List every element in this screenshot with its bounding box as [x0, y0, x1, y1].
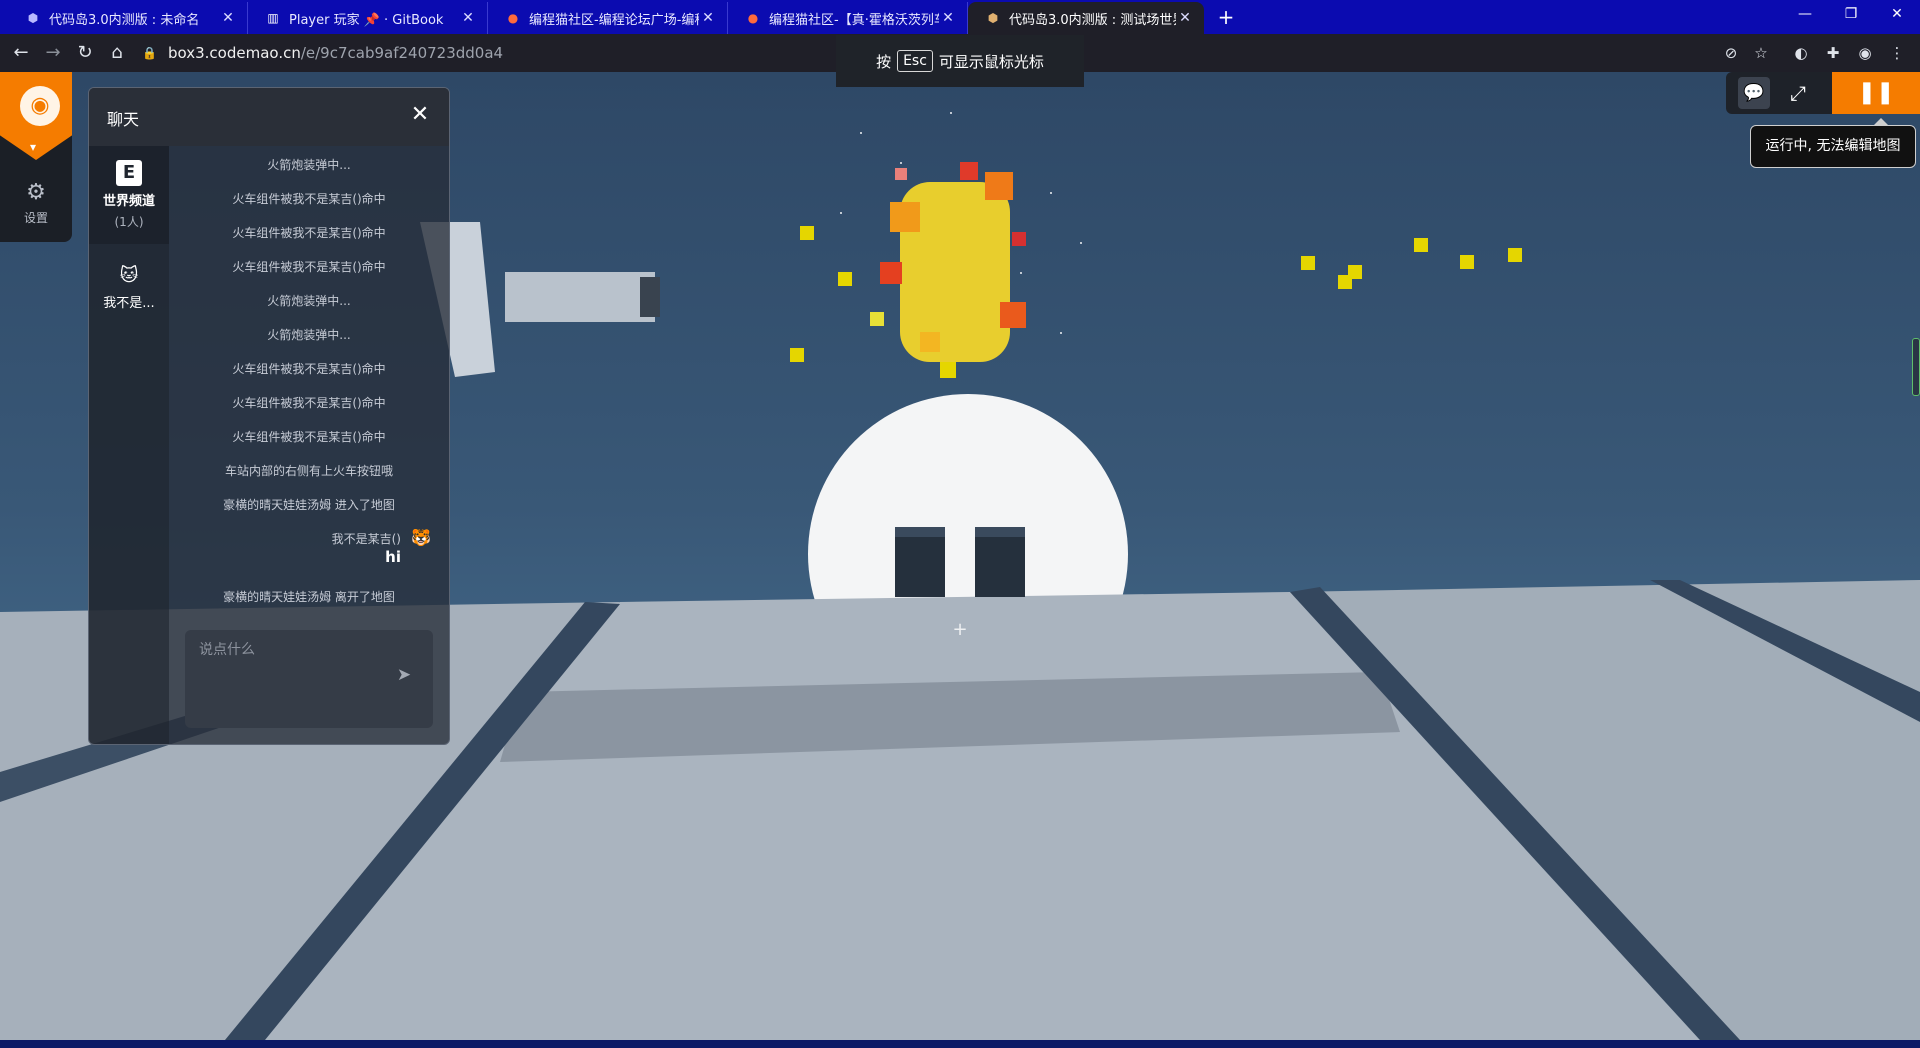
settings-label: 设置: [23, 211, 48, 225]
chat-message: 火车组件被我不是某吉()命中: [232, 396, 386, 410]
browser-tab-4[interactable]: ● 编程猫社区-【真·霍格沃茨列车】 ✕: [728, 2, 968, 34]
chat-message: 火车组件被我不是某吉()命中: [232, 260, 386, 274]
message-text: hi: [385, 548, 401, 566]
os-taskbar: [0, 1040, 1920, 1048]
tab-close-icon[interactable]: ✕: [459, 10, 477, 26]
tab-title: 代码岛3.0内测版 : 未命名: [49, 12, 200, 28]
home-icon[interactable]: ⌂: [104, 40, 130, 66]
reload-icon[interactable]: ↻: [72, 40, 98, 66]
left-dock: ◉ ▾ ⚙ 设置: [0, 72, 72, 242]
chat-message: 火箭炮装弹中...: [267, 158, 351, 172]
tab-close-icon[interactable]: ✕: [939, 10, 957, 26]
extension-icon[interactable]: ◐: [1790, 42, 1812, 64]
side-indicator: [1912, 338, 1920, 396]
chat-message: 豪横的晴天娃娃汤姆 进入了地图: [223, 498, 395, 512]
restore-button[interactable]: ❐: [1828, 0, 1874, 30]
codemao-community-favicon-icon: ●: [507, 11, 519, 25]
codemao-favicon-icon: ⬢: [27, 11, 39, 25]
window-close-button[interactable]: ✕: [1874, 0, 1920, 30]
gear-icon: ⚙: [26, 180, 46, 205]
chat-toggle-icon[interactable]: 💬: [1738, 77, 1770, 109]
tab-title: 代码岛3.0内测版 : 测试场世界: [1009, 12, 1176, 28]
url-text: box3.codemao.cn/e/9c7cab9af240723dd0a4: [168, 44, 503, 62]
esc-hint: 按 Esc 可显示鼠标光标: [836, 35, 1084, 87]
esc-key: Esc: [897, 50, 933, 72]
chat-panel: 聊天 ✕ E 世界频道 (1人) 🐱 我不是... 火箭炮装弹中... 火车组件…: [88, 87, 450, 745]
close-icon[interactable]: ✕: [407, 102, 433, 127]
send-icon[interactable]: ➤: [393, 664, 415, 686]
chat-title: 聊天: [107, 110, 140, 129]
back-icon[interactable]: ←: [8, 40, 34, 66]
tab-close-icon[interactable]: ✕: [1176, 10, 1194, 26]
codemao-logo-icon[interactable]: ◉: [20, 86, 60, 126]
rocket-launcher: [420, 222, 660, 377]
chat-message: 火车组件被我不是某吉()命中: [232, 362, 386, 376]
chat-message-list[interactable]: 火箭炮装弹中... 火车组件被我不是某吉()命中 火车组件被我不是某吉()命中 …: [169, 146, 449, 606]
esc-hint-before: 按: [876, 52, 892, 71]
blocked-icon[interactable]: ⊘: [1720, 42, 1742, 64]
profile-icon[interactable]: ◉: [1854, 42, 1876, 64]
codemao-community-favicon-icon: ●: [747, 11, 759, 25]
channel-name: 世界频道: [102, 194, 155, 209]
tab-close-icon[interactable]: ✕: [219, 10, 237, 26]
message-sender: 我不是某吉(): [331, 532, 401, 546]
new-tab-button[interactable]: +: [1213, 4, 1239, 30]
channel-world[interactable]: E 世界频道 (1人): [89, 146, 169, 244]
browser-tab-3[interactable]: ● 编程猫社区-编程论坛广场-编程学 ✕: [488, 2, 728, 34]
chat-input[interactable]: [199, 638, 389, 662]
bookmark-star-icon[interactable]: ☆: [1750, 42, 1772, 64]
chat-input-box: ➤: [185, 630, 433, 728]
browser-tab-1[interactable]: ⬢ 代码岛3.0内测版 : 未命名 ✕: [8, 2, 248, 34]
game-toolbar: 💬 ⤢ ❚❚: [1726, 72, 1920, 114]
fullscreen-icon[interactable]: ⤢: [1782, 77, 1814, 109]
chat-channel-list: E 世界频道 (1人) 🐱 我不是...: [89, 146, 169, 744]
chat-message: 火箭炮装弹中...: [267, 328, 351, 342]
chat-header: 聊天 ✕: [89, 88, 449, 146]
menu-icon[interactable]: ⋮: [1886, 42, 1908, 64]
world-channel-icon: E: [116, 160, 142, 186]
chat-message: 豪横的晴天娃娃汤姆 离开了地图: [223, 590, 395, 604]
browser-tab-strip: ⬢ 代码岛3.0内测版 : 未命名 ✕ ▥ Player 玩家 📌 · GitB…: [0, 0, 1920, 34]
chat-message: 火箭炮装弹中...: [267, 294, 351, 308]
puzzle-icon[interactable]: ✚: [1822, 42, 1844, 64]
tab-close-icon[interactable]: ✕: [699, 10, 717, 26]
tab-title: 编程猫社区-编程论坛广场-编程学: [529, 12, 699, 28]
codemao-favicon-icon: ⬢: [987, 11, 999, 25]
chat-message: 火车组件被我不是某吉()命中: [232, 226, 386, 240]
browser-tab-active[interactable]: ⬢ 代码岛3.0内测版 : 测试场世界 ✕: [968, 2, 1204, 34]
run-status-tooltip: 运行中, 无法编辑地图: [1750, 118, 1916, 168]
tab-title: 编程猫社区-【真·霍格沃茨列车】: [769, 12, 939, 28]
avatar: 🐯: [411, 528, 431, 547]
chat-message: 火车组件被我不是某吉()命中: [232, 430, 386, 444]
tab-title: Player 玩家 📌 · GitBook: [289, 12, 444, 28]
lock-icon: 🔒: [142, 46, 157, 60]
browser-tab-2[interactable]: ▥ Player 玩家 📌 · GitBook ✕: [248, 2, 488, 34]
pause-button[interactable]: ❚❚: [1832, 72, 1920, 114]
avatar: 🐱: [119, 265, 139, 286]
chevron-down-icon[interactable]: ▾: [30, 140, 36, 154]
minimize-button[interactable]: —: [1782, 0, 1828, 30]
settings-button[interactable]: ⚙ 设置: [0, 180, 72, 226]
explosion: [870, 162, 1026, 378]
crosshair-icon: +: [952, 619, 968, 640]
channel-user[interactable]: 🐱 我不是...: [89, 258, 169, 314]
esc-hint-after: 可显示鼠标光标: [938, 52, 1044, 71]
floating-blocks: [790, 226, 1522, 362]
chat-message: 车站内部的右侧有上火车按钮哦: [224, 464, 393, 478]
channel-name: 我不是...: [103, 296, 155, 311]
url-path: /e/9c7cab9af240723dd0a4: [300, 44, 504, 62]
gitbook-favicon-icon: ▥: [267, 11, 279, 25]
url-host: box3.codemao.cn: [168, 44, 301, 62]
channel-count: (1人): [114, 215, 144, 229]
chat-message: 火车组件被我不是某吉()命中: [232, 192, 386, 206]
forward-icon[interactable]: →: [40, 40, 66, 66]
